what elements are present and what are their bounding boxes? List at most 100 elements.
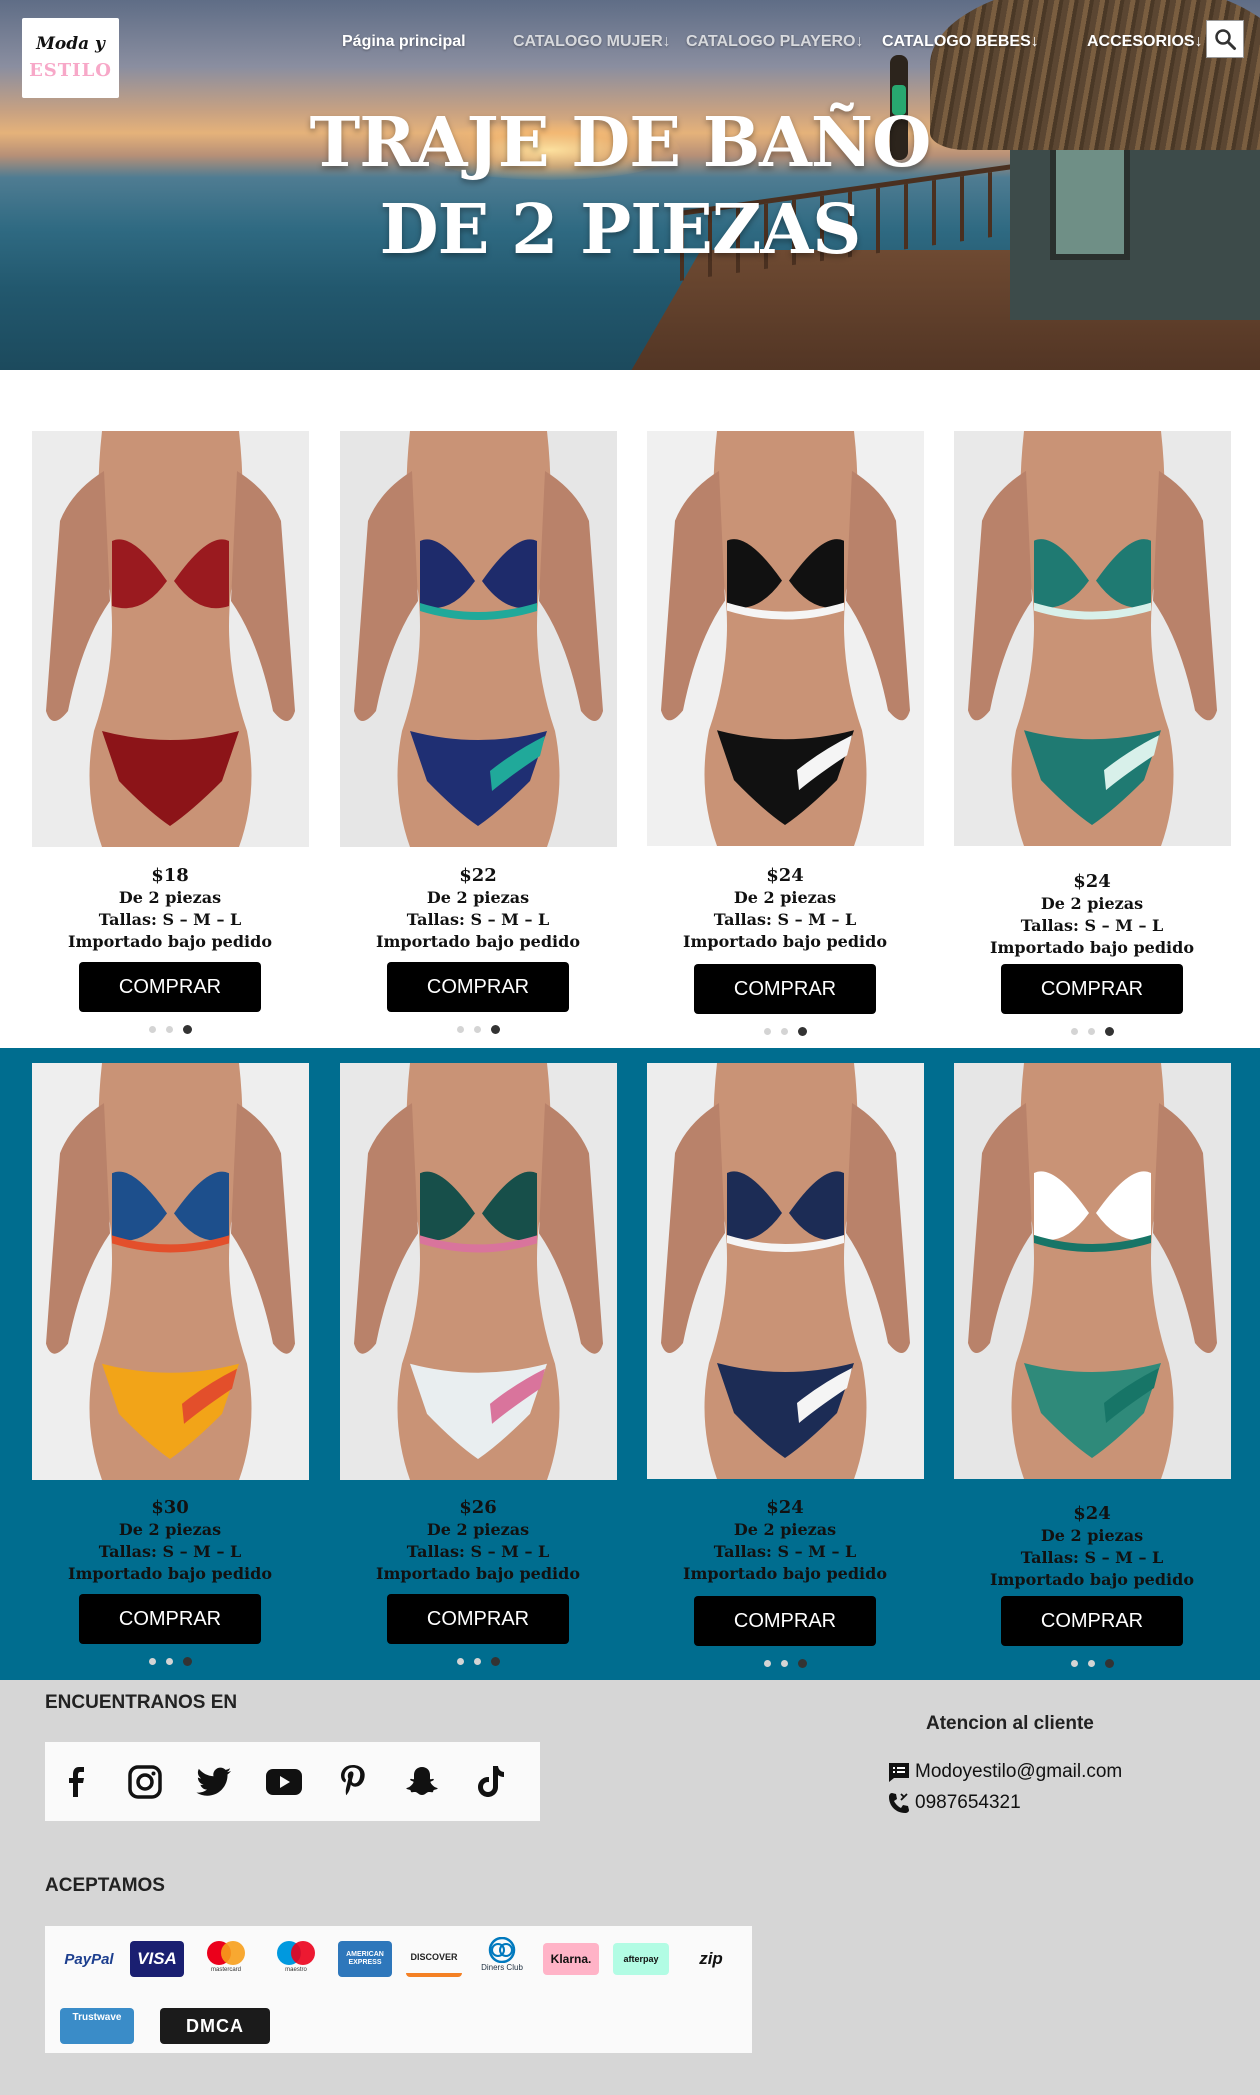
carousel-dot[interactable] [456,1657,464,1665]
visa-logo: VISA [130,1941,184,1977]
contact-email[interactable]: Modoyestilo@gmail.com [887,1760,1122,1784]
snapchat-icon[interactable] [402,1762,442,1802]
product-type: De 2 piezas [1040,1526,1144,1545]
facebook-icon[interactable] [57,1762,97,1802]
carousel-dot[interactable] [148,1025,156,1033]
buy-button[interactable]: COMPRAR [1001,1596,1183,1646]
product-type: De 2 piezas [426,1520,530,1539]
carousel-dot[interactable] [763,1659,771,1667]
product-sizes: Tallas: S – M – L [98,910,242,929]
product-price: $24 [1073,1503,1111,1524]
buy-button[interactable]: COMPRAR [387,962,569,1012]
afterpay-logo: afterpay [613,1943,669,1975]
product-type: De 2 piezas [426,888,530,907]
find-us-heading: ENCUENTRANOS EN [45,1692,238,1713]
search-icon [1215,29,1236,50]
pinterest-icon[interactable] [333,1762,373,1802]
amex-logo: AMERICAN EXPRESS [338,1941,392,1977]
carousel-dot[interactable] [1070,1659,1078,1667]
carousel-dot[interactable] [1104,1026,1114,1036]
carousel-dot[interactable] [182,1024,192,1034]
product-image[interactable] [647,1063,924,1479]
buy-button[interactable]: COMPRAR [79,1594,261,1644]
nav-catalog-babies[interactable]: CATALOGO BEBES↓ [882,33,1039,53]
product-price: $24 [766,865,804,886]
product-type: De 2 piezas [118,1520,222,1539]
tiktok-icon[interactable] [471,1762,511,1802]
carousel-dot[interactable] [797,1026,807,1036]
carousel-dots [140,1656,200,1666]
nav-catalog-beach[interactable]: CATALOGO PLAYERO↓ [686,33,864,53]
nav-accessories[interactable]: ACCESORIOS↓ [1087,33,1203,53]
phone-icon [889,1793,909,1813]
carousel-dots [140,1024,200,1034]
product-type: De 2 piezas [733,1520,837,1539]
product-details: $24 De 2 piezas Tallas: S – M – L Importado… [635,1497,935,1585]
carousel-dot[interactable] [763,1027,771,1035]
product-price: $18 [151,865,189,886]
carousel-dot[interactable] [1087,1027,1095,1035]
carousel-dots [1062,1658,1122,1668]
logo-line-1: Moda y [36,34,105,54]
maestro-label: maestro [285,1967,307,1973]
carousel-dot[interactable] [148,1657,156,1665]
product-image[interactable] [954,1063,1231,1479]
product-sizes: Tallas: S – M – L [98,1542,242,1561]
buy-button[interactable]: COMPRAR [79,962,261,1012]
product-note: Importado bajo pedido [376,932,580,951]
product-details: $24 De 2 piezas Tallas: S – M – L Importado… [942,871,1242,959]
product-image[interactable] [32,1063,309,1480]
we-accept-heading: ACEPTAMOS [45,1875,165,1896]
buy-button[interactable]: COMPRAR [387,1594,569,1644]
carousel-dot[interactable] [1104,1658,1114,1668]
product-note: Importado bajo pedido [683,932,887,951]
product-image[interactable] [647,431,924,846]
youtube-icon[interactable] [264,1762,304,1802]
product-image[interactable] [954,431,1231,846]
product-details: $26 De 2 piezas Tallas: S – M – L Importado… [328,1497,628,1585]
site-logo[interactable]: Moda y ESTILO [22,18,119,98]
discover-logo: DISCOVER [406,1941,462,1977]
contact-phone[interactable]: 0987654321 [887,1791,1021,1815]
carousel-dot[interactable] [1070,1027,1078,1035]
buy-button[interactable]: COMPRAR [694,1596,876,1646]
buy-button[interactable]: COMPRAR [694,964,876,1014]
message-icon [889,1763,909,1782]
instagram-icon[interactable] [125,1762,165,1802]
carousel-dot[interactable] [182,1656,192,1666]
product-image[interactable] [32,431,309,847]
buy-button[interactable]: COMPRAR [1001,964,1183,1014]
carousel-dot[interactable] [473,1025,481,1033]
product-details: $30 De 2 piezas Tallas: S – M – L Importado… [20,1497,320,1585]
carousel-dot[interactable] [456,1025,464,1033]
product-sizes: Tallas: S – M – L [1020,1548,1164,1567]
product-price: $24 [1073,871,1111,892]
product-note: Importado bajo pedido [683,1564,887,1583]
customer-service-heading: Atencion al cliente [926,1713,1094,1734]
hero-banner [0,0,1260,370]
carousel-dot[interactable] [490,1656,500,1666]
mastercard-label: mastercard [210,1967,241,1973]
carousel-dot[interactable] [165,1657,173,1665]
product-image[interactable] [340,431,617,847]
product-note: Importado bajo pedido [68,932,272,951]
carousel-dot[interactable] [797,1658,807,1668]
carousel-dot[interactable] [165,1025,173,1033]
contact-phone-text: 0987654321 [915,1792,1021,1813]
carousel-dot[interactable] [473,1657,481,1665]
carousel-dots [755,1026,815,1036]
nav-catalog-women[interactable]: CATALOGO MUJER↓ [513,33,671,53]
product-price: $24 [766,1497,804,1518]
product-note: Importado bajo pedido [376,1564,580,1583]
carousel-dot[interactable] [780,1027,788,1035]
carousel-dot[interactable] [490,1024,500,1034]
carousel-dot[interactable] [1087,1659,1095,1667]
search-button[interactable] [1206,20,1244,58]
carousel-dots [1062,1026,1122,1036]
twitter-icon[interactable] [194,1762,234,1802]
carousel-dot[interactable] [780,1659,788,1667]
product-image[interactable] [340,1063,617,1480]
product-sizes: Tallas: S – M – L [713,1542,857,1561]
nav-home[interactable]: Página principal [342,33,466,53]
klarna-logo: Klarna. [543,1943,599,1975]
